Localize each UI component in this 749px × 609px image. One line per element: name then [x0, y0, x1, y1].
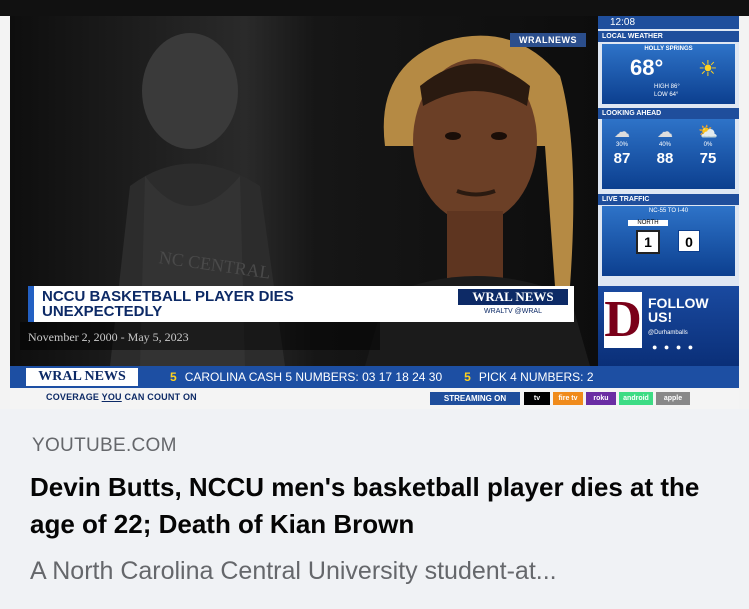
- life-dates: November 2, 2000 - May 5, 2023: [28, 330, 189, 344]
- sidebar-local-weather-header: LOCAL WEATHER: [598, 31, 739, 42]
- forecast-1-pct: 30%: [615, 142, 628, 148]
- weather-city: HOLLY SPRINGS: [644, 46, 693, 52]
- traffic-direction: NORTH: [628, 220, 668, 226]
- lower-third-line-2: UNEXPECTEDLY: [42, 303, 163, 320]
- forecast-2-pct: 40%: [658, 142, 671, 148]
- link-domain: YOUTUBE.COM: [32, 435, 177, 456]
- traffic-panel: [602, 206, 735, 276]
- forecast-3-temp: 75: [699, 150, 717, 167]
- current-temp: 68°: [630, 55, 664, 80]
- apple-tv-logo: tv: [524, 392, 550, 405]
- storm-cloud-icon: ☁: [657, 124, 673, 141]
- promo-handle: @Durhamballs: [648, 330, 688, 336]
- traffic-route-label: NC-55 TO I-40: [648, 208, 689, 214]
- streaming-on-label: STREAMING ON: [430, 392, 520, 405]
- lower-third: NCCU BASKETBALL PLAYER DIES UNEXPECTEDLY…: [28, 286, 574, 322]
- image-border-left: [0, 16, 10, 409]
- ticker-cash5: CAROLINA CASH 5 NUMBERS: 03 17 18 24 30: [184, 370, 443, 384]
- fire-tv-logo: fire tv: [553, 392, 583, 405]
- follow-promo: D FOLLOW US! @Durhamballs ● ● ● ●: [598, 286, 739, 366]
- link-preview-text[interactable]: YOUTUBE.COM Devin Butts, NCCU men's bask…: [0, 409, 749, 609]
- cash5-icon: 5: [464, 370, 471, 384]
- forecast-day-3: ⛅ 0% 75: [692, 122, 724, 167]
- link-description: A North Carolina Central University stud…: [30, 557, 557, 585]
- high-temp: HIGH 86°: [654, 84, 680, 90]
- cash5-icon: 5: [170, 370, 177, 384]
- interstate-shield: 1: [636, 230, 660, 254]
- sidebar-time: 12:08: [598, 16, 739, 29]
- social-icons: ● ● ● ●: [652, 342, 696, 352]
- promo-line-2: US!: [648, 309, 673, 325]
- forecast-1-temp: 87: [613, 150, 631, 167]
- news-ticker: WRAL NEWS 5 CAROLINA CASH 5 NUMBERS: 03 1…: [10, 366, 739, 388]
- lower-third-social: WRALTV @WRAL: [484, 308, 542, 315]
- storm-cloud-icon: ☁: [614, 124, 630, 141]
- lower-third-logo: WRAL NEWS: [458, 289, 568, 305]
- forecast-2-temp: 88: [656, 150, 674, 167]
- coverage-suffix: CAN COUNT ON: [121, 392, 197, 402]
- traffic-delay: 0: [678, 230, 700, 252]
- sidebar-live-traffic-header: LIVE TRAFFIC: [598, 194, 739, 205]
- link-headline[interactable]: Devin Butts, NCCU men's basketball playe…: [30, 469, 710, 543]
- durham-logo: D: [604, 291, 642, 348]
- apple-logo: apple: [656, 392, 690, 405]
- ticker-pick4: PICK 4 NUMBERS: 2: [478, 370, 594, 384]
- coverage-prefix: COVERAGE: [46, 392, 102, 402]
- news-scene: NC CENTRAL WRALNEWS November 2, 2000 - M…: [10, 16, 598, 366]
- sidebar-looking-ahead-header: LOOKING AHEAD: [598, 108, 739, 119]
- forecast-3-pct: 0%: [703, 142, 713, 148]
- current-weather-panel: HOLLY SPRINGS 68° ☀ HIGH 86° LOW 64°: [602, 44, 735, 104]
- coverage-slogan: COVERAGE YOU CAN COUNT ON: [46, 392, 197, 402]
- link-preview-image[interactable]: NC CENTRAL WRALNEWS November 2, 2000 - M…: [0, 16, 749, 409]
- ticker-text: 5 CAROLINA CASH 5 NUMBERS: 03 17 18 24 30…: [170, 369, 594, 385]
- lower-third-headline: NCCU BASKETBALL PLAYER DIES UNEXPECTEDLY: [42, 289, 442, 319]
- sun-icon: ☀: [698, 56, 718, 81]
- wral-news-bug: WRALNEWS: [510, 33, 586, 47]
- promo-line-1: FOLLOW: [648, 295, 709, 311]
- lower-third-line-1: NCCU BASKETBALL PLAYER DIES: [42, 288, 294, 305]
- ticker-subbar: COVERAGE YOU CAN COUNT ON STREAMING ON t…: [10, 388, 739, 409]
- android-tv-logo: android: [619, 392, 653, 405]
- forecast-day-2: ☁ 40% 88: [649, 122, 681, 167]
- forecast-day-1: ☁ 30% 87: [606, 122, 638, 167]
- low-temp: LOW 64°: [654, 92, 679, 98]
- image-border-right: [739, 16, 749, 409]
- promo-title: FOLLOW US!: [648, 296, 709, 324]
- ticker-logo: WRAL NEWS: [26, 368, 138, 386]
- coverage-you: YOU: [101, 392, 122, 402]
- top-bar: [0, 0, 749, 16]
- roku-logo: roku: [586, 392, 616, 405]
- lower-third-accent: [28, 286, 34, 322]
- partly-sunny-icon: ⛅: [698, 124, 718, 141]
